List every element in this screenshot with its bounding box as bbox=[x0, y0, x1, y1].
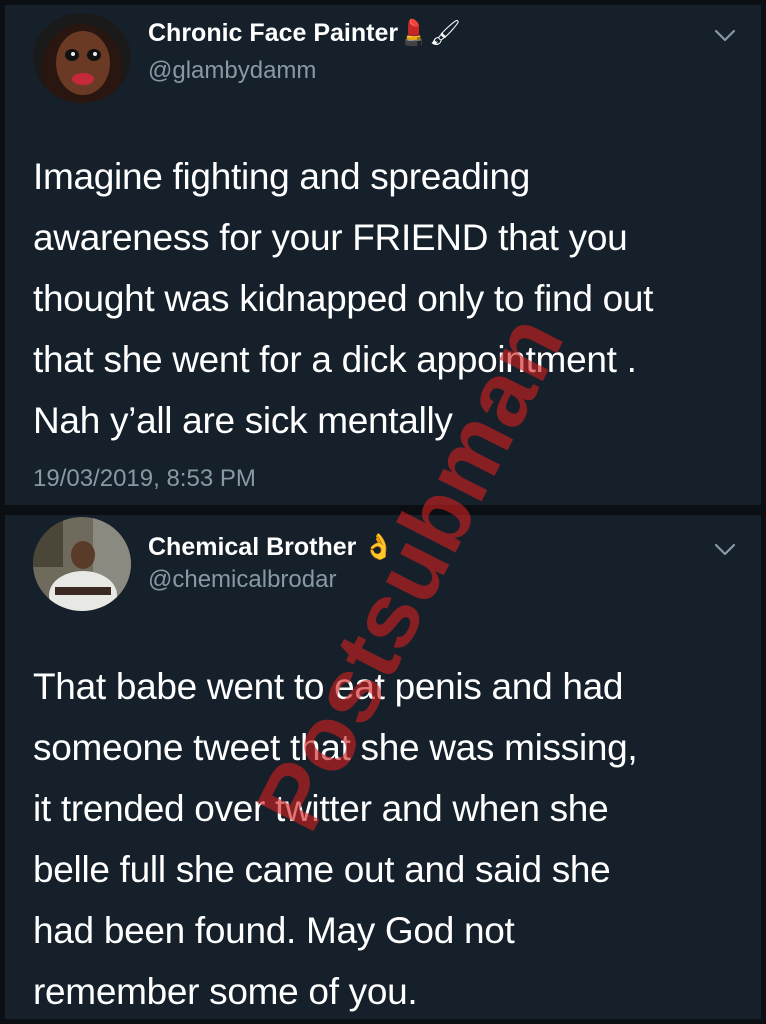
tweet-text-line: Nah y’all are sick mentally bbox=[33, 400, 453, 441]
display-name[interactable]: Chemical Brother 👌 bbox=[148, 533, 394, 562]
tweet-text-line: That babe went to eat penis and had bbox=[33, 666, 624, 707]
tweet-text-line: that she went for a dick appointment . bbox=[33, 339, 637, 380]
tweet-text-line: awareness for your FRIEND that you bbox=[33, 217, 628, 258]
tweet-text-line: remember some of you. bbox=[33, 971, 418, 1012]
chevron-down-icon[interactable] bbox=[714, 29, 736, 43]
tweet-text: That babe went to eat penis and had some… bbox=[33, 656, 748, 1022]
tweet-text-line: had been found. May God not bbox=[33, 910, 515, 951]
tweet-text-line: it trended over twitter and when she bbox=[33, 788, 609, 829]
avatar[interactable] bbox=[33, 13, 131, 103]
display-name[interactable]: Chronic Face Painter💄🖌 bbox=[148, 19, 461, 48]
chevron-down-icon[interactable] bbox=[714, 543, 736, 557]
tweet-text: Imagine fighting and spreading awareness… bbox=[33, 146, 748, 451]
tweet-card: Chronic Face Painter💄🖌 @glambydamm Imagi… bbox=[5, 5, 761, 505]
user-handle[interactable]: @glambydamm bbox=[148, 57, 316, 85]
avatar[interactable] bbox=[33, 517, 131, 611]
user-handle[interactable]: @chemicalbrodar bbox=[148, 566, 336, 594]
timestamp[interactable]: 19/03/2019, 8:53 PM bbox=[33, 465, 256, 493]
tweet-text-line: belle full she came out and said she bbox=[33, 849, 611, 890]
tweet-card: Chemical Brother 👌 @chemicalbrodar That … bbox=[5, 515, 761, 1019]
tweet-text-line: thought was kidnapped only to find out bbox=[33, 278, 654, 319]
tweet-text-line: someone tweet that she was missing, bbox=[33, 727, 638, 768]
lipstick-paintbrush-emoji: 💄🖌 bbox=[398, 19, 461, 47]
tweet-text-line: Imagine fighting and spreading bbox=[33, 156, 531, 197]
ok-hand-emoji: 👌 bbox=[363, 533, 395, 561]
